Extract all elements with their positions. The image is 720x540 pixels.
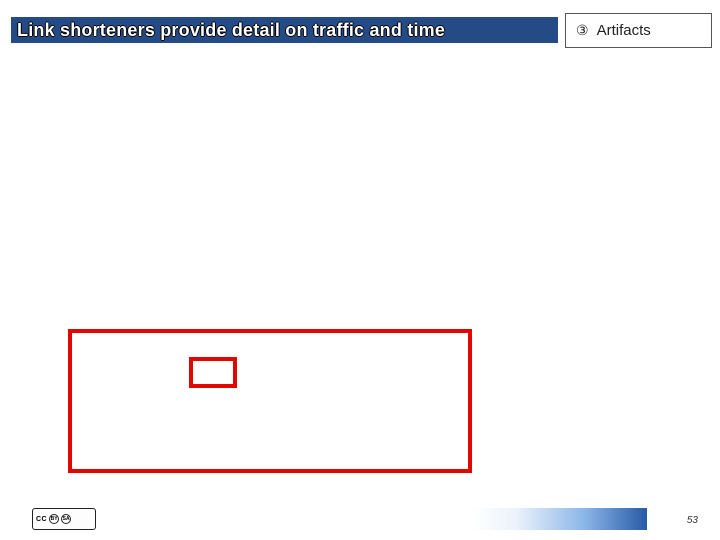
slide: Link shorteners provide detail on traffi…	[0, 0, 720, 540]
section-number-icon: ③	[576, 22, 589, 39]
cc-license-icon: CC BY SA	[32, 508, 96, 530]
cc-sa-icon: SA	[61, 514, 71, 524]
cc-text: CC	[36, 516, 47, 523]
page-number: 53	[687, 515, 698, 526]
section-label: Artifacts	[597, 22, 651, 39]
cc-by-icon: BY	[49, 514, 59, 524]
slide-footer: CC BY SA 53	[0, 500, 720, 540]
slide-title-bar: Link shorteners provide detail on traffi…	[10, 16, 559, 44]
footer-gradient	[472, 508, 720, 530]
slide-title: Link shorteners provide detail on traffi…	[17, 20, 445, 41]
highlight-box-outer	[68, 329, 472, 473]
highlight-box-inner	[189, 357, 237, 388]
section-badge: ③ Artifacts	[565, 13, 712, 48]
